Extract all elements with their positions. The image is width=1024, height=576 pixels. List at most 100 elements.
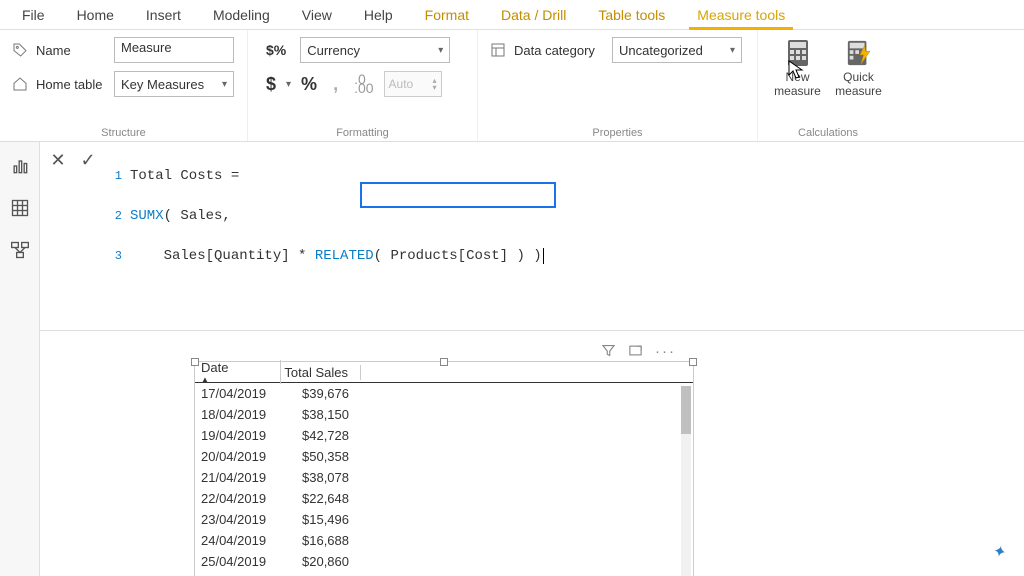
tab-help[interactable]: Help xyxy=(348,1,409,29)
chevron-down-icon: ▾ xyxy=(730,45,735,56)
resize-handle[interactable] xyxy=(689,358,697,366)
home-icon xyxy=(12,76,28,92)
cell-value: $20,860 xyxy=(281,554,361,569)
cell-date: 17/04/2019 xyxy=(195,386,281,401)
formula-bar: ✕ ✓ 1Total Costs = 2SUMX( Sales, 3 Sales… xyxy=(40,142,1024,331)
tab-table-tools[interactable]: Table tools xyxy=(582,1,681,29)
resize-handle[interactable] xyxy=(191,358,199,366)
formula-editor[interactable]: 1Total Costs = 2SUMX( Sales, 3 Sales[Qua… xyxy=(108,146,1016,326)
tab-modeling[interactable]: Modeling xyxy=(197,1,286,29)
formula-text: Total Costs = xyxy=(130,168,239,184)
tab-home[interactable]: Home xyxy=(61,1,130,29)
cell-value: $38,078 xyxy=(281,470,361,485)
calculator-icon xyxy=(785,38,811,68)
format-prefix-icon: $% xyxy=(260,40,292,60)
tab-measure-tools[interactable]: Measure tools xyxy=(681,1,801,29)
report-view-button[interactable] xyxy=(8,154,32,178)
formula-text: ( Sales, xyxy=(164,208,231,224)
tab-file[interactable]: File xyxy=(6,1,61,29)
table-visual[interactable]: Date▲ Total Sales 17/04/2019$39,67618/04… xyxy=(194,361,694,576)
scroll-thumb[interactable] xyxy=(681,386,691,434)
quick-measure-line2: measure xyxy=(835,84,882,98)
formula-text: ( Products[Cost] ) ) xyxy=(374,248,542,264)
format-value: Currency xyxy=(307,43,360,58)
tab-insert[interactable]: Insert xyxy=(130,1,197,29)
group-structure: Name Measure Home table Key Measures ▾ S… xyxy=(0,30,248,141)
group-calculations: New measure Quick measure Calculations xyxy=(758,30,898,141)
commit-formula-button[interactable]: ✓ xyxy=(78,150,98,171)
table-row[interactable]: 23/04/2019$15,496 xyxy=(195,509,693,530)
line-number: 2 xyxy=(108,206,122,226)
table-row[interactable]: 19/04/2019$42,728 xyxy=(195,425,693,446)
cell-date: 19/04/2019 xyxy=(195,428,281,443)
group-label-properties: Properties xyxy=(490,125,745,139)
quick-measure-line1: Quick xyxy=(843,70,874,84)
name-label: Name xyxy=(36,43,106,58)
data-category-select[interactable]: Uncategorized ▾ xyxy=(612,37,742,63)
filter-icon[interactable] xyxy=(601,343,616,362)
cell-value: $38,150 xyxy=(281,407,361,422)
report-canvas[interactable]: ··· Date▲ Total Sales 17/04/2019$39,6761… xyxy=(40,331,1024,576)
calculator-bolt-icon xyxy=(846,38,872,68)
home-table-label: Home table xyxy=(36,77,106,92)
more-options-icon[interactable]: ··· xyxy=(655,343,676,362)
cell-date: 21/04/2019 xyxy=(195,470,281,485)
focus-mode-icon[interactable] xyxy=(628,343,643,362)
home-table-value: Key Measures xyxy=(121,77,204,92)
main-area: ✕ ✓ 1Total Costs = 2SUMX( Sales, 3 Sales… xyxy=(0,142,1024,576)
data-category-value: Uncategorized xyxy=(619,43,703,58)
dax-function: RELATED xyxy=(315,248,374,264)
tab-view[interactable]: View xyxy=(286,1,348,29)
new-measure-line2: measure xyxy=(774,84,821,98)
tag-icon xyxy=(12,42,28,58)
decimal-decrease-button[interactable]: .0.00 xyxy=(348,73,379,95)
caret xyxy=(543,248,552,264)
cell-value: $50,358 xyxy=(281,449,361,464)
table-row[interactable]: 26/04/2019$23,840 xyxy=(195,572,693,576)
cell-date: 24/04/2019 xyxy=(195,533,281,548)
cell-value: $15,496 xyxy=(281,512,361,527)
name-input[interactable]: Measure xyxy=(114,37,234,63)
new-measure-button[interactable]: New measure xyxy=(770,36,825,98)
column-header-total-sales[interactable]: Total Sales xyxy=(281,365,361,380)
table-row[interactable]: 24/04/2019$16,688 xyxy=(195,530,693,551)
resize-handle[interactable] xyxy=(440,358,448,366)
home-table-select[interactable]: Key Measures ▾ xyxy=(114,71,234,97)
chevron-down-icon: ▾ xyxy=(438,45,443,56)
content-area: ✕ ✓ 1Total Costs = 2SUMX( Sales, 3 Sales… xyxy=(40,142,1024,576)
tab-format[interactable]: Format xyxy=(409,1,485,29)
cell-date: 23/04/2019 xyxy=(195,512,281,527)
table-row[interactable]: 17/04/2019$39,676 xyxy=(195,383,693,404)
cancel-formula-button[interactable]: ✕ xyxy=(48,150,68,171)
column-header-date[interactable]: Date▲ xyxy=(195,360,281,384)
tab-data-drill[interactable]: Data / Drill xyxy=(485,1,582,29)
cell-value: $22,648 xyxy=(281,491,361,506)
table-row[interactable]: 20/04/2019$50,358 xyxy=(195,446,693,467)
comma-button[interactable]: , xyxy=(327,72,344,97)
group-label-formatting: Formatting xyxy=(260,125,465,139)
group-properties: Data category Uncategorized ▾ Properties xyxy=(478,30,758,141)
quick-measure-button[interactable]: Quick measure xyxy=(831,36,886,98)
table-row[interactable]: 21/04/2019$38,078 xyxy=(195,467,693,488)
cell-value: $39,676 xyxy=(281,386,361,401)
decimals-input[interactable]: Auto ▴▾ xyxy=(384,71,442,97)
cell-value: $16,688 xyxy=(281,533,361,548)
line-number: 3 xyxy=(108,246,122,266)
percent-button[interactable]: % xyxy=(295,72,323,97)
model-view-button[interactable] xyxy=(8,238,32,262)
table-row[interactable]: 25/04/2019$20,860 xyxy=(195,551,693,572)
table-row[interactable]: 22/04/2019$22,648 xyxy=(195,488,693,509)
group-label-calculations: Calculations xyxy=(770,125,886,139)
sort-asc-icon: ▲ xyxy=(201,375,280,384)
chevron-down-icon: ▾ xyxy=(222,79,227,90)
group-formatting: $% Currency ▾ $ ▾ % , .0.00 Auto ▴▾ xyxy=(248,30,478,141)
spinner-icon[interactable]: ▴▾ xyxy=(433,77,437,91)
table-row[interactable]: 18/04/2019$38,150 xyxy=(195,404,693,425)
format-select[interactable]: Currency ▾ xyxy=(300,37,450,63)
data-view-button[interactable] xyxy=(8,196,32,220)
group-label-structure: Structure xyxy=(12,125,235,139)
currency-button[interactable]: $ xyxy=(260,72,282,97)
chevron-down-icon[interactable]: ▾ xyxy=(286,79,291,90)
instruction-highlight xyxy=(360,182,556,208)
scrollbar[interactable] xyxy=(681,386,691,576)
